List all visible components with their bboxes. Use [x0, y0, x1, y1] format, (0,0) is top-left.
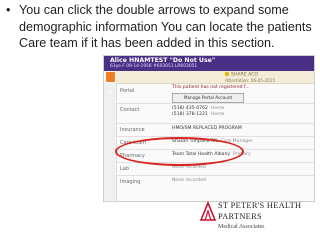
header-strip [116, 71, 314, 84]
imaging-row: Imaging None recorded [116, 175, 314, 188]
portal-row: Portal This patient has not registered f… [116, 84, 314, 103]
manage-portal-button[interactable]: Manage Portal Account [172, 93, 244, 103]
logo-line-1: ST PETER'S HEALTH [218, 201, 302, 210]
bullet: • [6, 3, 11, 17]
double-arrow-icon: » [109, 89, 113, 96]
patient-demographics: 63yo F 09-14-1956 #603051 LR603051 [110, 64, 198, 69]
patient-name: Alice HNAMTEST "Do Not Use" [110, 57, 216, 64]
portal-label: Portal [120, 88, 135, 94]
insurance-row: Insurance HMO/SM REPLACED PROGRAM [116, 123, 314, 136]
contact-row: Contact (518) 435-0762 Home (518) 378-122… [116, 103, 314, 122]
imaging-value: None recorded [172, 178, 206, 183]
contact-phone-2[interactable]: (518) 378-1221 Home [172, 112, 225, 117]
st-peters-logo: ST PETER'S HEALTH PARTNERS Medical Assoc… [200, 198, 312, 238]
logo-line-2: PARTNERS [218, 212, 262, 221]
lab-label: Lab [120, 166, 130, 172]
imaging-label: Imaging [120, 179, 141, 185]
insurance-label: Insurance [120, 127, 145, 133]
contact-phone-1[interactable]: (518) 435-0762 Home [172, 106, 225, 111]
slide-paragraph: You can click the double arrows to expan… [19, 3, 312, 51]
aco-badge: SHARE ACO [225, 72, 258, 78]
care-team-highlight-ellipse [115, 137, 244, 166]
badge-dot [225, 72, 229, 76]
expand-toggle[interactable]: » [106, 72, 115, 96]
ehr-screenshot: Alice HNAMTEST "Do Not Use" 63yo F 09-14… [103, 55, 315, 202]
patient-header: Alice HNAMTEST "Do Not Use" 63yo F 09-14… [104, 56, 314, 71]
contact-label: Contact [120, 107, 140, 113]
attestation-date: Attestation: 06-05-2015 [225, 78, 276, 83]
insurance-value[interactable]: HMO/SM REPLACED PROGRAM [172, 126, 242, 131]
portal-notice: This patient has not registered f... [172, 85, 250, 90]
logo-line-3: Medical Associates [218, 224, 265, 230]
logo-mark-icon [200, 200, 216, 221]
